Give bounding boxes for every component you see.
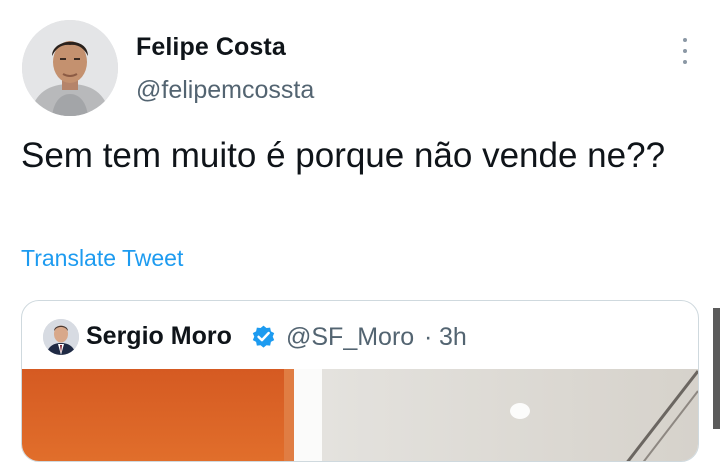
more-options-dot — [683, 60, 687, 64]
author-display-name[interactable]: Felipe Costa — [136, 33, 286, 62]
quoted-author-handle[interactable]: @SF_Moro — [286, 323, 414, 352]
author-handle[interactable]: @felipemcossta — [136, 76, 314, 105]
translate-tweet-link[interactable]: Translate Tweet — [21, 245, 183, 272]
quoted-author-avatar-image — [43, 319, 79, 355]
scrollbar-thumb[interactable] — [713, 308, 720, 429]
quoted-author-display-name[interactable]: Sergio Moro — [86, 322, 232, 351]
quoted-tweet-card[interactable]: Sergio Moro @SF_Moro · 3h — [21, 300, 699, 462]
more-options-dot — [683, 38, 687, 42]
quoted-tweet-timestamp[interactable]: 3h — [439, 323, 467, 352]
author-avatar[interactable] — [22, 20, 118, 116]
quoted-author-avatar[interactable] — [43, 319, 79, 355]
more-options-dot — [683, 49, 687, 53]
tweet-text: Sem tem muito é porque não vende ne?? — [21, 136, 666, 175]
quoted-tweet-media[interactable] — [22, 369, 698, 462]
meta-separator: · — [424, 323, 433, 351]
more-options-icon[interactable] — [672, 36, 698, 66]
verified-badge-icon — [252, 325, 275, 348]
author-avatar-image — [22, 20, 118, 116]
